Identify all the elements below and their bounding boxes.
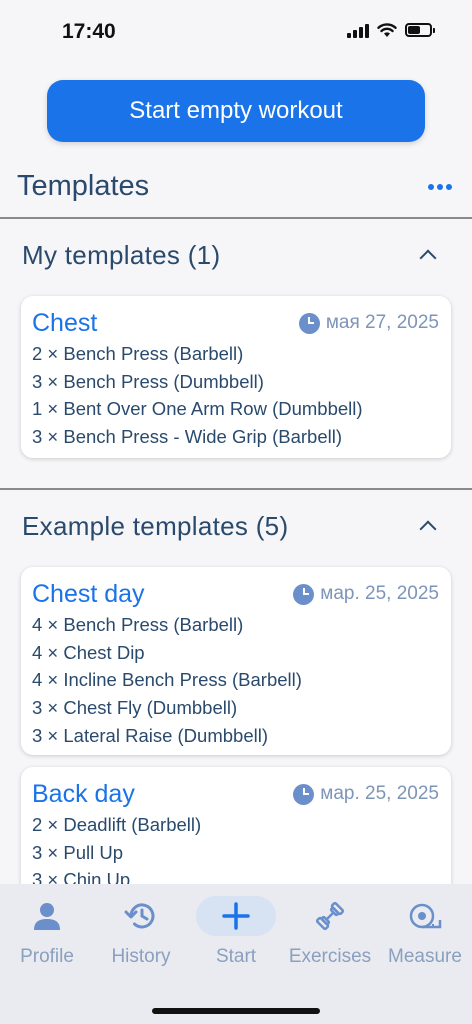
exercise-line: 3 × Bench Press - Wide Grip (Barbell) <box>32 426 342 448</box>
nav-item-start[interactable]: Start <box>189 896 283 968</box>
chevron-up-icon[interactable] <box>419 520 437 538</box>
clock-icon <box>293 583 315 605</box>
example-templates-header[interactable]: Example templates (5) <box>22 511 288 542</box>
wifi-icon <box>377 22 397 37</box>
person-icon <box>34 903 60 930</box>
template-card-chest-day[interactable]: Chest day мар. 25, 2025 4 × Bench Press … <box>21 567 451 755</box>
template-date: мар. 25, 2025 <box>320 583 439 604</box>
status-icons <box>347 22 435 38</box>
exercise-line: 3 × Pull Up <box>32 841 124 863</box>
template-card-chest[interactable]: Chest мая 27, 2025 2 × Bench Press (Barb… <box>21 296 451 458</box>
plus-icon <box>222 902 250 930</box>
nav-item-measure[interactable]: Measure <box>378 896 472 968</box>
nav-label: Start <box>215 946 257 967</box>
more-options-icon[interactable] <box>428 184 452 190</box>
tape-measure-icon <box>409 903 442 929</box>
start-empty-workout-button[interactable]: Start empty workout <box>47 80 425 142</box>
template-date: мая 27, 2025 <box>325 312 439 333</box>
bottom-nav: Profile History Start Exercises Measure <box>0 884 472 1024</box>
exercise-line: 3 × Lateral Raise (Dumbbell) <box>32 724 268 746</box>
exercise-line: 4 × Bench Press (Barbell) <box>32 614 244 635</box>
nav-item-exercises[interactable]: Exercises <box>283 896 377 968</box>
cellular-signal-icon <box>347 22 369 38</box>
my-templates-header[interactable]: My templates (1) <box>22 240 220 271</box>
template-date: мар. 25, 2025 <box>320 783 439 804</box>
divider <box>0 217 472 219</box>
history-icon <box>124 903 155 929</box>
template-title: Chest day <box>32 579 145 608</box>
status-time: 17:40 <box>62 20 116 43</box>
nav-item-history[interactable]: History <box>94 896 188 968</box>
clock-icon <box>298 312 320 334</box>
exercise-line: 1 × Bent Over One Arm Row (Dumbbell) <box>32 398 363 420</box>
dumbbell-icon <box>315 901 345 931</box>
templates-title: Templates <box>17 170 150 202</box>
template-title: Back day <box>32 779 135 808</box>
clock-icon <box>293 783 315 805</box>
chevron-up-icon[interactable] <box>419 249 437 267</box>
divider <box>0 488 472 490</box>
battery-icon <box>405 23 435 37</box>
home-indicator <box>152 1008 320 1014</box>
exercise-line: 2 × Bench Press (Barbell) <box>32 343 244 364</box>
nav-item-profile[interactable]: Profile <box>0 896 94 968</box>
exercise-line: 3 × Chest Fly (Dumbbell) <box>32 697 238 719</box>
nav-label: Measure <box>388 946 462 967</box>
exercise-line: 3 × Bench Press (Dumbbell) <box>32 370 264 392</box>
nav-label: History <box>111 946 171 967</box>
nav-label: Profile <box>20 946 74 967</box>
status-bar: 17:40 <box>0 0 472 64</box>
exercise-line: 4 × Incline Bench Press (Barbell) <box>32 669 302 691</box>
exercise-line: 4 × Chest Dip <box>32 641 145 663</box>
exercise-line: 2 × Deadlift (Barbell) <box>32 814 202 835</box>
template-title: Chest <box>32 308 98 337</box>
nav-label: Exercises <box>288 946 372 967</box>
